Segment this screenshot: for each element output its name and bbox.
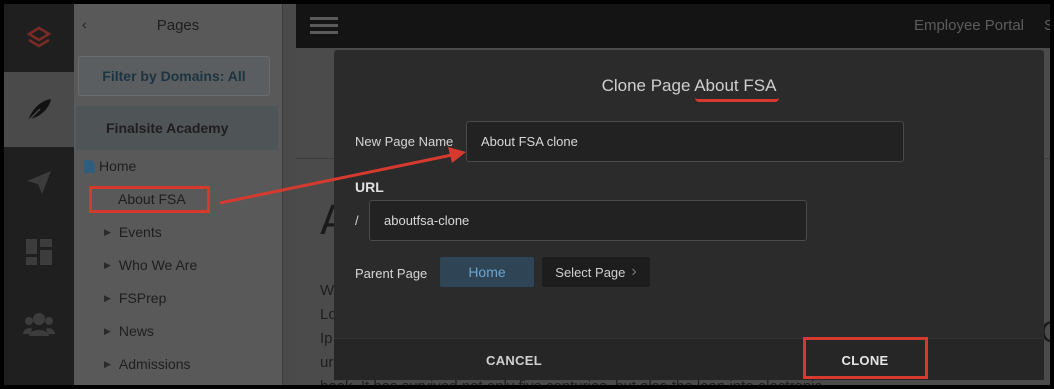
dialog-footer: CANCEL CLONE	[334, 338, 1044, 380]
filter-by-domains-button[interactable]: Filter by Domains: All	[78, 56, 270, 96]
cancel-button[interactable]: CANCEL	[454, 339, 574, 381]
new-page-name-input[interactable]: About FSA clone	[466, 121, 904, 162]
dialog-title-page: About FSA	[694, 76, 777, 95]
tree-item-label: News	[118, 323, 154, 339]
url-label: URL	[355, 179, 384, 195]
users-icon[interactable]	[4, 294, 74, 354]
annotation-box-about-fsa	[89, 186, 210, 213]
page-icon	[84, 159, 95, 173]
tree-item-label: Admissions	[118, 356, 191, 372]
select-page-button[interactable]: Select Page ›	[542, 257, 650, 287]
annotation-box-clone	[803, 337, 928, 379]
hamburger-menu-icon[interactable]	[310, 17, 338, 35]
topbar-truncated-item[interactable]: S	[1044, 17, 1050, 34]
sidebar-title: Pages	[156, 16, 200, 34]
tree-item-fsprep[interactable]: ▶ FSPrep	[104, 290, 166, 306]
annotation-underline	[695, 98, 779, 102]
parent-page-label: Parent Page	[355, 266, 428, 281]
caret-right-icon[interactable]: ▶	[104, 326, 111, 337]
dashboard-icon[interactable]	[4, 222, 74, 282]
send-icon[interactable]	[4, 152, 74, 212]
tree-item-who-we-are[interactable]: ▶ Who We Are	[104, 257, 197, 273]
tree-item-admissions[interactable]: ▶ Admissions	[104, 356, 191, 372]
sidebar-resize-handle[interactable]	[282, 4, 296, 385]
caret-right-icon[interactable]: ▶	[104, 260, 111, 271]
body-text-line: Ip	[320, 330, 333, 347]
tree-item-events[interactable]: ▶ Events	[104, 224, 162, 240]
tree-item-label: Who We Are	[118, 257, 198, 273]
url-prefix: /	[355, 213, 359, 228]
tree-item-label: FSPrep	[118, 290, 167, 306]
select-page-label: Select Page	[555, 264, 626, 280]
tree-item-label: Home	[99, 158, 137, 174]
url-input[interactable]: aboutfsa-clone	[369, 200, 807, 241]
tree-item-home[interactable]: Home	[84, 158, 136, 174]
tree-item-label: Events	[118, 224, 162, 240]
dialog-title-prefix: Clone Page	[601, 76, 691, 95]
parent-page-value[interactable]: Home	[440, 257, 534, 287]
body-text-line: ur	[320, 354, 334, 371]
caret-right-icon[interactable]: ▶	[104, 227, 111, 238]
caret-right-icon[interactable]: ▶	[104, 359, 111, 370]
employee-portal-link[interactable]: Employee Portal	[914, 17, 1024, 34]
top-bar: Employee Portal S	[296, 4, 1050, 48]
compose-feather-icon[interactable]	[4, 72, 74, 147]
new-page-name-label: New Page Name	[355, 134, 454, 149]
chevron-right-icon: ›	[631, 263, 637, 280]
dialog-title: Clone Page About FSA	[334, 76, 1044, 96]
clone-page-dialog: Clone Page About FSA New Page Name About…	[334, 50, 1044, 380]
body-text-line: W	[320, 282, 335, 299]
tree-item-news[interactable]: ▶ News	[104, 323, 154, 339]
caret-right-icon[interactable]: ▶	[104, 293, 111, 304]
site-name[interactable]: Finalsite Academy	[76, 106, 278, 150]
icon-rail	[4, 4, 74, 385]
screen: ‹ Pages Filter by Domains: All Finalsite…	[0, 0, 1054, 389]
finalsite-logo-icon[interactable]	[4, 4, 74, 72]
